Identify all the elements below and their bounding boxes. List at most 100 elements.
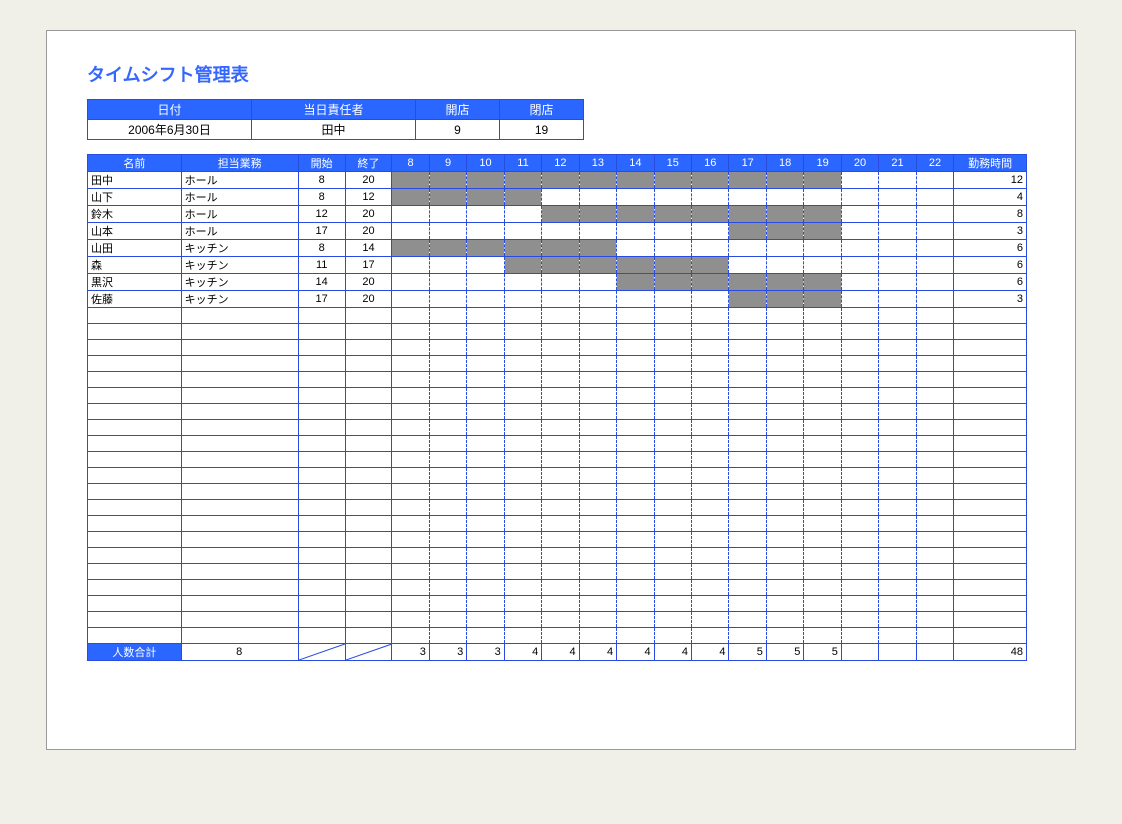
cell-hour: [841, 548, 878, 564]
col-h12: 12: [542, 155, 579, 172]
cell-start: [298, 596, 345, 612]
cell-job: [181, 324, 298, 340]
cell-hour: [841, 564, 878, 580]
cell-hour: [916, 516, 953, 532]
cell-hour: [916, 628, 953, 644]
cell-hour: [879, 420, 916, 436]
cell-job: [181, 500, 298, 516]
cell-hour: [617, 388, 654, 404]
cell-hour: [879, 452, 916, 468]
cell-hour: [692, 564, 729, 580]
cell-hour: [504, 257, 541, 274]
cell-hour: [542, 189, 579, 206]
cell-hour: [916, 257, 953, 274]
cell-hour: [766, 308, 803, 324]
cell-job: [181, 308, 298, 324]
cell-end: [345, 468, 392, 484]
cell-workhours: [954, 404, 1027, 420]
cell-hour: [729, 308, 766, 324]
cell-start: [298, 516, 345, 532]
cell-workhours: [954, 500, 1027, 516]
cell-end: 20: [345, 172, 392, 189]
cell-name: [88, 468, 182, 484]
cell-hour: [392, 548, 429, 564]
cell-hour: [504, 223, 541, 240]
table-row: 田中ホール82012: [88, 172, 1027, 189]
cell-hour: [579, 420, 616, 436]
cell-hour: [804, 274, 841, 291]
meta-value-open: 9: [416, 120, 500, 140]
cell-hour: [504, 500, 541, 516]
cell-hour: [654, 548, 691, 564]
cell-job: [181, 564, 298, 580]
cell-hour: [841, 404, 878, 420]
cell-end: [345, 436, 392, 452]
cell-hour: [841, 372, 878, 388]
cell-hour: [392, 420, 429, 436]
cell-hour: [916, 324, 953, 340]
cell-hour: [729, 206, 766, 223]
cell-hour: [692, 468, 729, 484]
meta-header-open: 開店: [416, 100, 500, 120]
cell-hour: [766, 223, 803, 240]
cell-end: [345, 420, 392, 436]
cell-end: [345, 596, 392, 612]
cell-hour: [579, 628, 616, 644]
cell-start: [298, 372, 345, 388]
cell-hour: [879, 532, 916, 548]
cell-hour: [692, 388, 729, 404]
footer-h9: 3: [429, 644, 466, 661]
cell-hour: [392, 274, 429, 291]
table-row: [88, 532, 1027, 548]
cell-hour: [804, 404, 841, 420]
cell-hour: [654, 388, 691, 404]
cell-hour: [467, 500, 504, 516]
cell-hour: [429, 257, 466, 274]
cell-hour: [542, 240, 579, 257]
cell-hour: [579, 240, 616, 257]
table-row: 佐藤キッチン17203: [88, 291, 1027, 308]
cell-hour: [429, 436, 466, 452]
cell-hour: [654, 516, 691, 532]
cell-hour: [392, 291, 429, 308]
cell-hour: [617, 468, 654, 484]
cell-hour: [542, 500, 579, 516]
cell-hour: [841, 324, 878, 340]
footer-h18: 5: [766, 644, 803, 661]
cell-name: [88, 308, 182, 324]
cell-name: [88, 500, 182, 516]
cell-hour: [504, 404, 541, 420]
table-row: [88, 580, 1027, 596]
cell-hour: [617, 500, 654, 516]
cell-start: [298, 500, 345, 516]
cell-hour: [654, 356, 691, 372]
cell-hour: [692, 274, 729, 291]
col-h19: 19: [804, 155, 841, 172]
cell-hour: [654, 564, 691, 580]
cell-hour: [429, 420, 466, 436]
cell-hour: [804, 452, 841, 468]
cell-hour: [467, 532, 504, 548]
cell-hour: [579, 372, 616, 388]
table-row: [88, 340, 1027, 356]
cell-hour: [729, 257, 766, 274]
cell-hour: [692, 532, 729, 548]
cell-start: [298, 324, 345, 340]
cell-workhours: 6: [954, 240, 1027, 257]
cell-hour: [617, 580, 654, 596]
cell-hour: [692, 500, 729, 516]
cell-hour: [916, 420, 953, 436]
cell-start: [298, 420, 345, 436]
cell-hour: [916, 596, 953, 612]
cell-hour: [766, 356, 803, 372]
cell-hour: [879, 372, 916, 388]
cell-workhours: [954, 612, 1027, 628]
cell-hour: [467, 612, 504, 628]
cell-hour: [392, 484, 429, 500]
footer-slash-end: [345, 644, 392, 661]
cell-hour: [692, 324, 729, 340]
cell-end: [345, 564, 392, 580]
cell-name: [88, 324, 182, 340]
cell-hour: [654, 404, 691, 420]
cell-hour: [467, 580, 504, 596]
